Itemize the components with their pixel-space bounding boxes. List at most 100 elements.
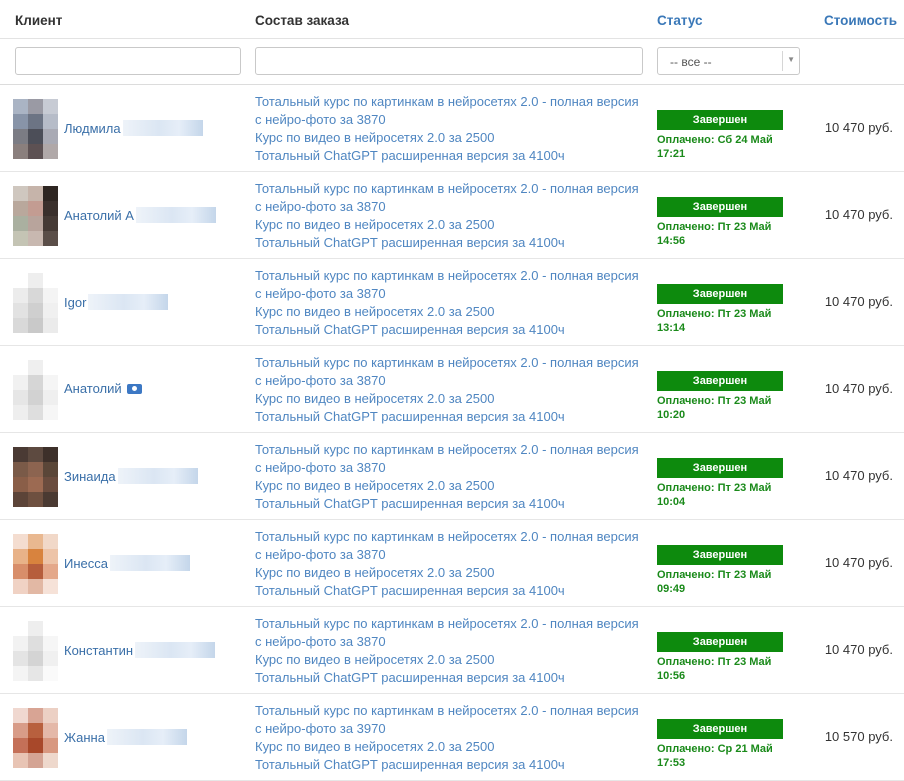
avatar-pixel (28, 375, 43, 390)
avatar-pixel (13, 723, 28, 738)
avatar-pixel (13, 492, 28, 507)
table-row[interactable]: Анатолий А Тотальный курс по картинкам в … (0, 172, 904, 259)
avatar[interactable] (13, 273, 58, 333)
client-filter-input[interactable] (15, 47, 241, 75)
paid-date: Оплачено: Пт 23 Май 14:56 (657, 221, 772, 247)
chevron-down-icon[interactable]: ▼ (787, 55, 795, 64)
id-card-icon (126, 383, 142, 394)
status-cell: Завершен Оплачено: Пт 23 Май 10:04 (657, 458, 802, 509)
avatar[interactable] (13, 360, 58, 420)
client-name: Константин (64, 642, 134, 658)
order-item-link[interactable]: Тотальный курс по картинкам в нейросетях… (255, 441, 650, 459)
avatar-pixel (28, 99, 43, 114)
avatar-pixel (43, 231, 58, 246)
avatar-pixel (43, 375, 58, 390)
order-item-link[interactable]: Тотальный курс по картинкам в нейросетях… (255, 702, 650, 720)
client-name-link[interactable]: Анатолий (64, 381, 142, 396)
avatar-pixel (43, 216, 58, 231)
table-row[interactable]: Константин Тотальный курс по картинкам в … (0, 607, 904, 694)
avatar-pixel (43, 447, 58, 462)
order-item-link[interactable]: Тотальный ChatGPT расширенная версия за … (255, 756, 650, 774)
avatar-pixel (28, 390, 43, 405)
paid-date: Оплачено: Пт 23 Май 10:20 (657, 395, 772, 421)
table-row[interactable]: Зинаида Тотальный курс по картинкам в ней… (0, 433, 904, 520)
avatar-pixel (28, 564, 43, 579)
order-item-link[interactable]: Курс по видео в нейросетях 2.0 за 2500 (255, 738, 650, 756)
order-item-link[interactable]: Тотальный ChatGPT расширенная версия за … (255, 408, 650, 426)
status-badge: Завершен (657, 632, 783, 652)
client-name: Жанна (64, 729, 105, 745)
order-item-link[interactable]: с нейро-фото за 3870 (255, 372, 650, 390)
client-name-link[interactable]: Инесса (64, 555, 190, 571)
table-row[interactable]: Igor Тотальный курс по картинкам в нейрос… (0, 259, 904, 346)
client-name-link[interactable]: Людмила (64, 120, 203, 136)
table-row[interactable]: Людмила Тотальный курс по картинкам в ней… (0, 85, 904, 172)
avatar-pixel (43, 534, 58, 549)
order-item-link[interactable]: Тотальный ChatGPT расширенная версия за … (255, 147, 650, 165)
client-name-link[interactable]: Анатолий А (64, 207, 216, 223)
client-name-link[interactable]: Константин (64, 642, 216, 658)
avatar[interactable] (13, 534, 58, 594)
order-cost: 10 470 руб. (824, 468, 893, 483)
table-row[interactable]: Инесса Тотальный курс по картинкам в нейр… (0, 520, 904, 607)
order-item-link[interactable]: Курс по видео в нейросетях 2.0 за 2500 (255, 216, 650, 234)
order-item-link[interactable]: с нейро-фото за 3870 (255, 633, 650, 651)
status-filter-select[interactable]: -- все -- ▼ (657, 47, 800, 75)
order-item-link[interactable]: Тотальный ChatGPT расширенная версия за … (255, 495, 650, 513)
order-item-link[interactable]: Тотальный курс по картинкам в нейросетях… (255, 354, 650, 372)
order-item-link[interactable]: Тотальный курс по картинкам в нейросетях… (255, 615, 650, 633)
table-row[interactable]: Анатолий Тотальный курс по картинкам в не… (0, 346, 904, 433)
avatar-pixel (13, 318, 28, 333)
order-item-link[interactable]: Тотальный курс по картинкам в нейросетях… (255, 528, 650, 546)
avatar-pixel (28, 462, 43, 477)
table-body: Людмила Тотальный курс по картинкам в ней… (0, 85, 904, 781)
order-item-link[interactable]: Курс по видео в нейросетях 2.0 за 2500 (255, 303, 650, 321)
order-item-link[interactable]: с нейро-фото за 3870 (255, 111, 650, 129)
status-cell: Завершен Оплачено: Пт 23 Май 13:14 (657, 284, 802, 335)
column-header-cost-sort[interactable]: Стоимость (824, 13, 897, 28)
order-item-link[interactable]: с нейро-фото за 3870 (255, 198, 650, 216)
avatar[interactable] (13, 447, 58, 507)
order-item-link[interactable]: с нейро-фото за 3870 (255, 459, 650, 477)
avatar-pixel (13, 360, 28, 375)
avatar-pixel (43, 666, 58, 681)
order-item-link[interactable]: с нейро-фото за 3870 (255, 546, 650, 564)
avatar-pixel (13, 753, 28, 768)
avatar-pixel (13, 390, 28, 405)
order-item-link[interactable]: Тотальный курс по картинкам в нейросетях… (255, 93, 650, 111)
order-item-link[interactable]: Тотальный ChatGPT расширенная версия за … (255, 234, 650, 252)
order-item-link[interactable]: Курс по видео в нейросетях 2.0 за 2500 (255, 564, 650, 582)
order-cost: 10 470 руб. (824, 207, 893, 222)
order-item-link[interactable]: Тотальный ChatGPT расширенная версия за … (255, 321, 650, 339)
avatar[interactable] (13, 708, 58, 768)
avatar-pixel (28, 216, 43, 231)
avatar[interactable] (13, 99, 58, 159)
avatar-pixel (43, 201, 58, 216)
avatar[interactable] (13, 186, 58, 246)
order-item-link[interactable]: Тотальный курс по картинкам в нейросетях… (255, 180, 650, 198)
client-name-link[interactable]: Жанна (64, 729, 187, 745)
order-item-link[interactable]: Тотальный ChatGPT расширенная версия за … (255, 582, 650, 600)
order-item-link[interactable]: Курс по видео в нейросетях 2.0 за 2500 (255, 390, 650, 408)
avatar-pixel (28, 318, 43, 333)
order-item-link[interactable]: с нейро-фото за 3970 (255, 720, 650, 738)
blurred-surname (88, 294, 169, 310)
avatar-pixel (28, 579, 43, 594)
client-name-link[interactable]: Igor (64, 294, 169, 310)
avatar-pixel (13, 636, 28, 651)
order-filter-input[interactable] (255, 47, 643, 75)
column-header-status-sort[interactable]: Статус (657, 13, 703, 28)
order-item-link[interactable]: Курс по видео в нейросетях 2.0 за 2500 (255, 477, 650, 495)
order-cost: 10 470 руб. (824, 555, 893, 570)
order-item-link[interactable]: Курс по видео в нейросетях 2.0 за 2500 (255, 651, 650, 669)
avatar-pixel (13, 216, 28, 231)
client-name-link[interactable]: Зинаида (64, 468, 198, 484)
avatar-pixel (13, 405, 28, 420)
status-badge: Завершен (657, 458, 783, 478)
order-item-link[interactable]: Тотальный ChatGPT расширенная версия за … (255, 669, 650, 687)
table-row[interactable]: Жанна Тотальный курс по картинкам в нейро… (0, 694, 904, 781)
order-item-link[interactable]: с нейро-фото за 3870 (255, 285, 650, 303)
order-item-link[interactable]: Тотальный курс по картинкам в нейросетях… (255, 267, 650, 285)
order-item-link[interactable]: Курс по видео в нейросетях 2.0 за 2500 (255, 129, 650, 147)
avatar[interactable] (13, 621, 58, 681)
